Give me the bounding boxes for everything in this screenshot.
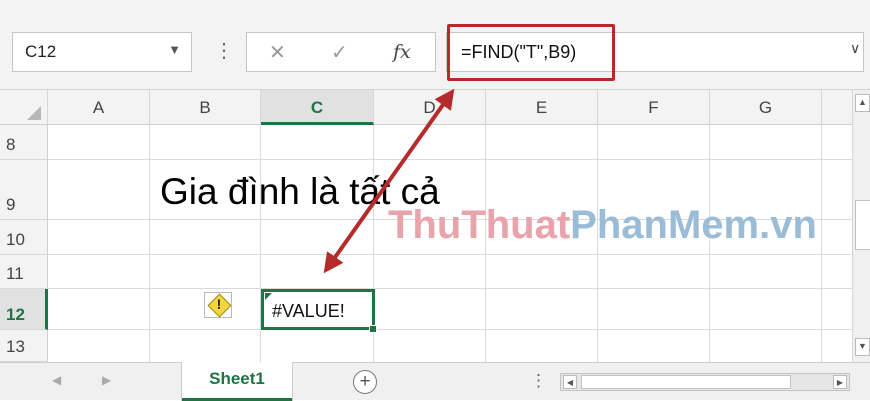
error-warning-icon[interactable]: ! <box>204 292 232 318</box>
grid-line <box>48 288 852 289</box>
name-box[interactable]: C12 ▼ <box>12 32 192 72</box>
scroll-left-icon[interactable]: ◀ <box>563 375 577 389</box>
prev-sheet-icon[interactable]: ◀ <box>52 373 61 387</box>
chevron-down-icon[interactable]: ▼ <box>168 42 181 57</box>
row-header-8[interactable]: 8 <box>0 125 48 160</box>
sheet-tab-bar: ◀ ▶ Sheet1 + ⋮ ◀ ▶ <box>0 362 870 401</box>
select-all-corner[interactable] <box>0 90 48 125</box>
grid-line <box>821 125 822 362</box>
vertical-scroll-thumb[interactable] <box>855 200 870 250</box>
column-header-g[interactable]: G <box>710 90 822 125</box>
error-indicator-icon <box>265 293 272 300</box>
active-cell-c12[interactable]: #VALUE! <box>261 289 375 330</box>
row-header-10[interactable]: 10 <box>0 220 48 255</box>
grid-line <box>48 329 852 330</box>
column-header-row: A B C D E F G <box>0 90 852 125</box>
row-header-12[interactable]: 12 <box>0 289 48 330</box>
select-all-icon[interactable] <box>27 106 41 120</box>
scroll-right-icon[interactable]: ▶ <box>833 375 847 389</box>
fill-handle[interactable] <box>369 325 377 333</box>
close-icon[interactable]: ✕ <box>269 40 286 65</box>
column-header-b[interactable]: B <box>150 90 261 125</box>
row-header-11[interactable]: 11 <box>0 255 48 289</box>
sheet-tab-label: Sheet1 <box>209 369 265 388</box>
column-header-a[interactable]: A <box>48 90 150 125</box>
add-sheet-icon[interactable]: + <box>353 370 377 394</box>
column-header-c[interactable]: C <box>261 90 374 125</box>
formula-buttons: ✕ ✓ fx <box>246 32 436 72</box>
watermark-part2: PhanMem.vn <box>570 203 817 247</box>
scroll-down-icon[interactable]: ▼ <box>855 338 870 356</box>
horizontal-scroll-thumb[interactable] <box>581 375 791 389</box>
check-icon[interactable]: ✓ <box>331 40 348 65</box>
row-header-9[interactable]: 9 <box>0 160 48 220</box>
grid-line <box>48 159 852 160</box>
vertical-scrollbar[interactable]: ▲ ▼ <box>852 90 870 362</box>
column-header-d[interactable]: D <box>374 90 486 125</box>
tab-split-dots[interactable]: ⋮ <box>530 371 547 391</box>
watermark-part1: ThuThuat <box>388 203 571 247</box>
row-header-13[interactable]: 13 <box>0 330 48 362</box>
column-header-f[interactable]: F <box>598 90 710 125</box>
exclamation-icon: ! <box>216 296 222 312</box>
scroll-up-icon[interactable]: ▲ <box>855 94 870 112</box>
column-header-e[interactable]: E <box>486 90 598 125</box>
cell-c12-value: #VALUE! <box>272 301 345 321</box>
formula-bar-dots[interactable]: ⋮ <box>214 38 234 63</box>
grid-line <box>149 125 150 362</box>
sheet-tab-sheet1[interactable]: Sheet1 <box>182 362 292 401</box>
insert-function-icon[interactable]: fx <box>393 41 411 63</box>
next-sheet-icon[interactable]: ▶ <box>102 373 111 387</box>
horizontal-scrollbar[interactable]: ◀ ▶ <box>560 373 850 391</box>
expand-formula-bar-icon[interactable]: ∨ <box>850 40 860 57</box>
watermark: ThuThuatPhanMem.vn <box>388 203 817 248</box>
name-box-value: C12 <box>25 42 57 61</box>
grid-line <box>48 254 852 255</box>
formula-highlight-box <box>447 24 615 81</box>
